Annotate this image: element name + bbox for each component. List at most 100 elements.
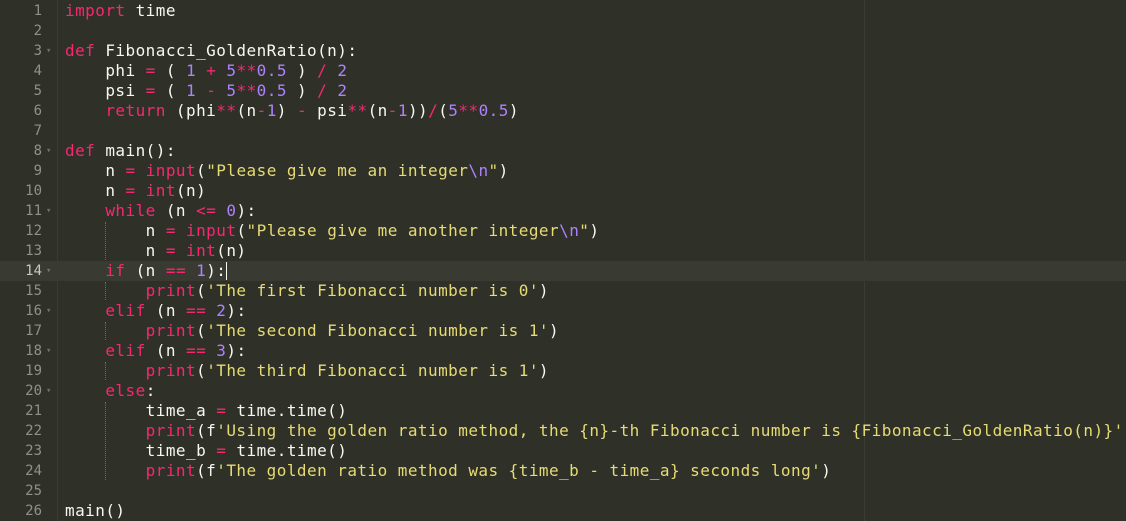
code-token: / <box>317 61 328 80</box>
code-token: " <box>579 221 590 240</box>
code-line[interactable]: 21 time_a = time.time() <box>0 401 1126 421</box>
code-token: (n <box>145 301 187 320</box>
code-token: 5 <box>226 61 237 80</box>
code-editor[interactable]: 1 import time 2 3 ▾ def Fibonacci_GoldenRatio… <box>0 0 1126 521</box>
fold-arrow-icon[interactable]: ▾ <box>46 261 54 281</box>
code-line[interactable]: 6 return (phi**(n-1) - psi**(n-1))/(5**0… <box>0 101 1126 121</box>
line-code: elif (n == 3): <box>65 341 247 361</box>
code-token: ( <box>155 81 187 100</box>
code-token: 0.5 <box>256 61 287 80</box>
code-line[interactable]: 14 ▾ if (n == 1): <box>0 261 1126 281</box>
code-token: = <box>165 221 176 240</box>
code-token: 1 <box>266 101 277 120</box>
code-token: ): <box>236 201 257 220</box>
code-token: 0.5 <box>256 81 287 100</box>
code-line[interactable]: 13 n = int(n) <box>0 241 1126 261</box>
code-line[interactable]: 18 ▾ elif (n == 3): <box>0 341 1126 361</box>
code-token: 5 <box>448 101 459 120</box>
indent-guide <box>105 402 106 480</box>
code-line[interactable]: 23 time_b = time.time() <box>0 441 1126 461</box>
code-token: = <box>145 81 156 100</box>
line-number: 10 <box>25 183 42 199</box>
line-number: 16 <box>25 303 42 319</box>
code-line[interactable]: 20 ▾ else: <box>0 381 1126 401</box>
code-token: ** <box>216 101 237 120</box>
code-token: = <box>216 401 227 420</box>
code-line[interactable]: 19 print('The third Fibonacci number is … <box>0 361 1126 381</box>
line-code: n = input("Please give me an integer\n") <box>65 161 509 181</box>
code-line[interactable]: 25 <box>0 481 1126 501</box>
code-line[interactable]: 17 print('The second Fibonacci number is… <box>0 321 1126 341</box>
code-token: )) <box>407 101 429 120</box>
code-token: ( <box>196 321 207 340</box>
code-line[interactable]: 7 <box>0 121 1126 141</box>
line-number: 21 <box>25 403 42 419</box>
line-code: print('The third Fibonacci number is 1') <box>65 361 549 381</box>
code-token: n <box>65 161 126 180</box>
code-token: 1 <box>186 61 197 80</box>
code-token: 2 <box>337 81 348 100</box>
fold-arrow-icon[interactable]: ▾ <box>46 41 54 61</box>
code-line[interactable]: 3 ▾ def Fibonacci_GoldenRatio(n): <box>0 41 1126 61</box>
code-line[interactable]: 11 ▾ while (n <= 0): <box>0 201 1126 221</box>
code-token: import <box>65 1 126 20</box>
code-token: ( <box>236 221 247 240</box>
code-token: ( <box>196 161 207 180</box>
code-token: n <box>65 181 126 200</box>
code-token: main(): <box>95 141 176 160</box>
code-line[interactable]: 22 print(f'Using the golden ratio method… <box>0 421 1126 441</box>
code-token: "Please give me an integer <box>206 161 469 180</box>
indent-guide <box>105 282 106 300</box>
code-line[interactable]: 8 ▾ def main(): <box>0 141 1126 161</box>
code-line[interactable]: 5 psi = ( 1 - 5**0.5 ) / 2 <box>0 81 1126 101</box>
code-token: 1 <box>397 101 408 120</box>
code-line[interactable]: 10 n = int(n) <box>0 181 1126 201</box>
fold-arrow-icon[interactable]: ▾ <box>46 301 54 321</box>
code-line[interactable]: 15 print('The first Fibonacci number is … <box>0 281 1126 301</box>
fold-arrow-icon[interactable]: ▾ <box>46 381 54 401</box>
code-token: ( <box>438 101 449 120</box>
code-token: ) <box>549 321 560 340</box>
fold-arrow-icon[interactable]: ▾ <box>46 141 54 161</box>
code-line[interactable]: 12 n = input("Please give me another int… <box>0 221 1126 241</box>
fold-arrow-icon[interactable]: ▾ <box>46 341 54 361</box>
code-token: ) <box>589 221 600 240</box>
code-line[interactable]: 9 n = input("Please give me an integer\n… <box>0 161 1126 181</box>
code-token: if <box>105 261 126 280</box>
fold-arrow-icon[interactable]: ▾ <box>46 201 54 221</box>
line-number: 1 <box>33 3 42 19</box>
code-line[interactable]: 16 ▾ elif (n == 2): <box>0 301 1126 321</box>
line-code: time_a = time.time() <box>65 401 347 421</box>
code-line[interactable]: 4 phi = ( 1 + 5**0.5 ) / 2 <box>0 61 1126 81</box>
code-token: == <box>186 341 207 360</box>
line-code: return (phi**(n-1) - psi**(n-1))/(5**0.5… <box>65 101 519 121</box>
code-token: + <box>206 61 217 80</box>
code-line[interactable]: 24 print(f'The golden ratio method was {… <box>0 461 1126 481</box>
line-number: 15 <box>25 283 42 299</box>
code-token: 3 <box>216 341 227 360</box>
code-token: (n <box>236 101 257 120</box>
code-line[interactable]: 1 import time <box>0 1 1126 21</box>
code-token: time <box>125 1 176 20</box>
code-token: == <box>165 261 187 280</box>
code-token: (n) <box>175 181 207 200</box>
indent-guide <box>105 222 106 260</box>
code-token: / <box>317 81 328 100</box>
code-token: (n) <box>216 241 247 260</box>
line-number: 25 <box>25 483 42 499</box>
code-token: (phi <box>165 101 217 120</box>
code-line[interactable]: 2 <box>0 21 1126 41</box>
code-line[interactable]: 26 main() <box>0 501 1126 521</box>
code-token: : <box>145 381 156 400</box>
code-token: 0.5 <box>478 101 509 120</box>
indent-guide <box>105 322 106 340</box>
line-code: n = input("Please give me another intege… <box>65 221 599 241</box>
